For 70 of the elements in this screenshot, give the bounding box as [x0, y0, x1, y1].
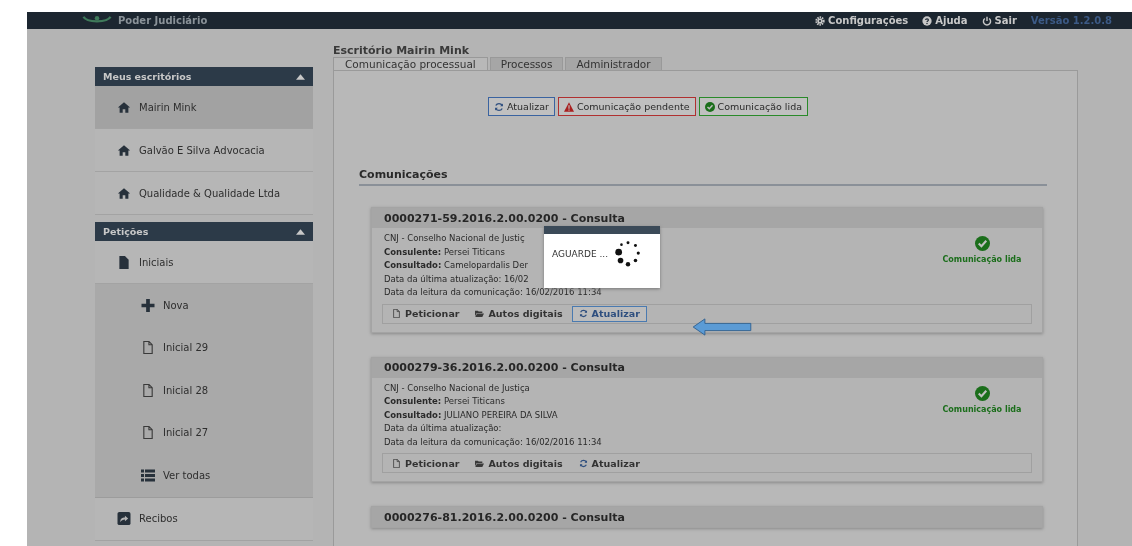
arrow-drawing — [690, 318, 754, 336]
card-text: Consultado: JULIANO PEREIRA DA SILVA — [384, 408, 558, 422]
file-icon — [117, 255, 131, 269]
header-link[interactable]: Configurações — [815, 15, 909, 26]
submenu-item[interactable]: Nova — [95, 284, 313, 327]
card-title: 0000279-36.2016.2.00.0200 - Consulta — [372, 357, 1042, 378]
plus-icon — [141, 298, 155, 312]
home-icon — [117, 186, 131, 200]
action-button[interactable]: Autos digitais — [468, 455, 570, 471]
tab[interactable]: Comunicação processual — [333, 57, 488, 70]
loading-text: AGUARDE ... — [552, 249, 609, 259]
file-icon — [141, 383, 155, 397]
power-icon — [981, 15, 992, 26]
refresh-icon — [578, 458, 588, 468]
card-title: 0000276-81.2016.2.00.0200 - Consulta — [372, 507, 1042, 527]
status-label: Comunicação lida — [942, 403, 1022, 416]
header-link[interactable]: Ajuda — [922, 15, 968, 26]
filter-button[interactable]: Comunicação pendente — [557, 97, 696, 116]
file-icon — [141, 426, 155, 440]
action-button[interactable]: Peticionar — [385, 305, 467, 322]
sidebar-section-header[interactable]: Meus escritórios — [95, 67, 313, 86]
list-icon — [141, 468, 155, 482]
card-text: Data da leitura da comunicação: 16/02/2016 11:34 — [384, 286, 602, 299]
file-icon — [392, 309, 401, 318]
filter-button[interactable]: Atualizar — [488, 97, 555, 116]
folder-icon — [475, 458, 485, 468]
card-text: CNJ - Conselho Nacional de Justiç — [384, 232, 525, 245]
sidebar-section-header[interactable]: Petições — [95, 222, 313, 241]
header-link[interactable]: Sair — [981, 15, 1017, 26]
card-title: 0000271-59.2016.2.00.0200 - Consulta — [372, 208, 1042, 228]
card-text: Consultado: Camelopardalis Der — [384, 259, 528, 272]
refresh-icon — [578, 309, 588, 318]
action-button[interactable]: Autos digitais — [468, 305, 570, 322]
sidebar-item[interactable]: Mairin Mink — [95, 86, 313, 129]
file-icon — [141, 341, 155, 355]
card-text: Consulente: Persei Titicans — [384, 395, 505, 408]
home-icon — [117, 100, 131, 114]
help-icon — [922, 15, 933, 26]
submenu-item[interactable]: Inicial 27 — [95, 411, 313, 454]
status-label: Comunicação lida — [942, 254, 1022, 266]
share-icon — [117, 512, 131, 525]
check-circle-icon — [974, 236, 990, 251]
card-text: Data da leitura da comunicação: 16/02/2016 11:34 — [384, 435, 602, 449]
tab[interactable]: Administrador — [565, 57, 662, 70]
version-label: Versão 1.2.0.8 — [1030, 15, 1112, 26]
submenu-item[interactable]: Inicial 29 — [95, 326, 313, 369]
card-text: Data da última atualização: 16/02 — [384, 272, 529, 286]
check-circle-icon — [974, 385, 990, 401]
action-button[interactable]: Atualizar — [571, 455, 647, 471]
card-text: Data da última atualização: — [384, 422, 502, 435]
home-icon — [117, 143, 131, 157]
office-title: Escritório Mairin Mink — [333, 44, 471, 57]
card-text: Consulente: Persei Titicans — [384, 245, 505, 259]
action-button[interactable]: Atualizar — [571, 305, 647, 322]
folder-icon — [475, 309, 485, 318]
card-text: CNJ - Conselho Nacional de Justiça — [384, 381, 530, 395]
refresh-icon — [494, 101, 504, 112]
emblem-icon — [82, 16, 112, 25]
tab[interactable]: Processos — [489, 57, 564, 70]
brand-name: Poder Judiciário — [118, 15, 208, 26]
file-icon — [392, 458, 401, 468]
submenu-item[interactable]: Inicial 28 — [95, 369, 313, 412]
action-button[interactable]: Peticionar — [385, 455, 467, 471]
warning-icon — [563, 101, 574, 112]
submenu-item[interactable]: Ver todas — [95, 454, 313, 497]
filter-button[interactable]: Comunicação lida — [698, 97, 808, 116]
spinner-icon — [614, 240, 643, 268]
section-heading: Comunicações — [359, 168, 1047, 186]
settings-icon — [815, 15, 826, 26]
check-circle-icon — [704, 101, 715, 112]
